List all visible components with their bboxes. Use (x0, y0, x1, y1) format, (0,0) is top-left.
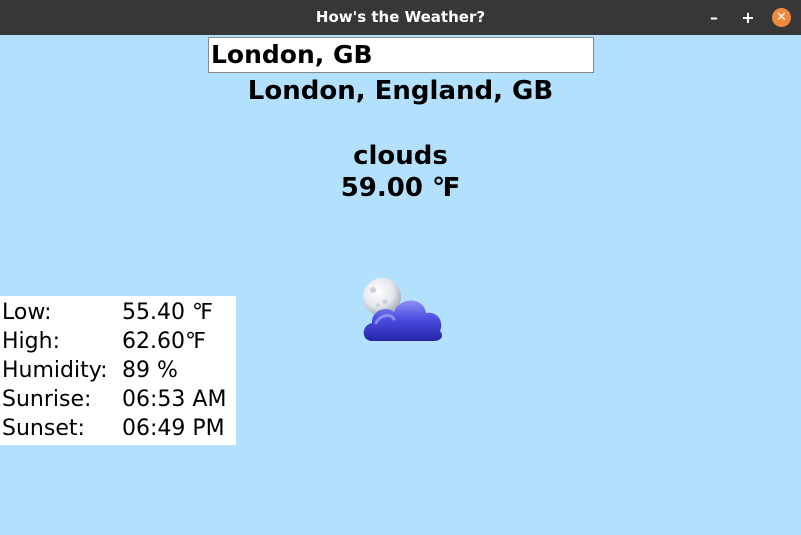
minimize-button[interactable]: – (704, 8, 724, 28)
detail-row-low: Low: 55.40 ℉ (0, 298, 236, 327)
detail-value: 06:49 PM (122, 416, 225, 441)
detail-label: High: (2, 329, 60, 354)
detail-row-sunset: Sunset: 06:49 PM (0, 414, 236, 443)
title-bar[interactable]: How's the Weather? – + ✕ (0, 0, 801, 35)
maximize-button[interactable]: + (738, 8, 758, 28)
weather-condition: clouds (353, 141, 448, 171)
detail-value: 06:53 AM (122, 387, 227, 412)
temperature: 59.00 ℉ (340, 173, 461, 203)
detail-value: 55.40 ℉ (122, 300, 213, 325)
detail-label: Sunset: (2, 416, 85, 441)
cloud-with-moon-icon (358, 275, 446, 347)
app-window: How's the Weather? – + ✕ London, England… (0, 0, 801, 535)
detail-row-high: High: 62.60℉ (0, 327, 236, 356)
location-name: London, England, GB (247, 76, 554, 106)
detail-row-sunrise: Sunrise: 06:53 AM (0, 385, 236, 414)
location-search-input[interactable] (208, 37, 594, 73)
detail-label: Humidity: (2, 358, 108, 383)
detail-value: 89 % (122, 358, 178, 383)
window-title: How's the Weather? (315, 8, 486, 26)
detail-label: Sunrise: (2, 387, 92, 412)
detail-label: Low: (2, 300, 52, 325)
close-button[interactable]: ✕ (772, 8, 791, 27)
detail-row-humidity: Humidity: 89 % (0, 356, 236, 385)
detail-value: 62.60℉ (122, 329, 206, 354)
weather-details-panel: Low: 55.40 ℉ High: 62.60℉ Humidity: 89 %… (0, 296, 236, 445)
